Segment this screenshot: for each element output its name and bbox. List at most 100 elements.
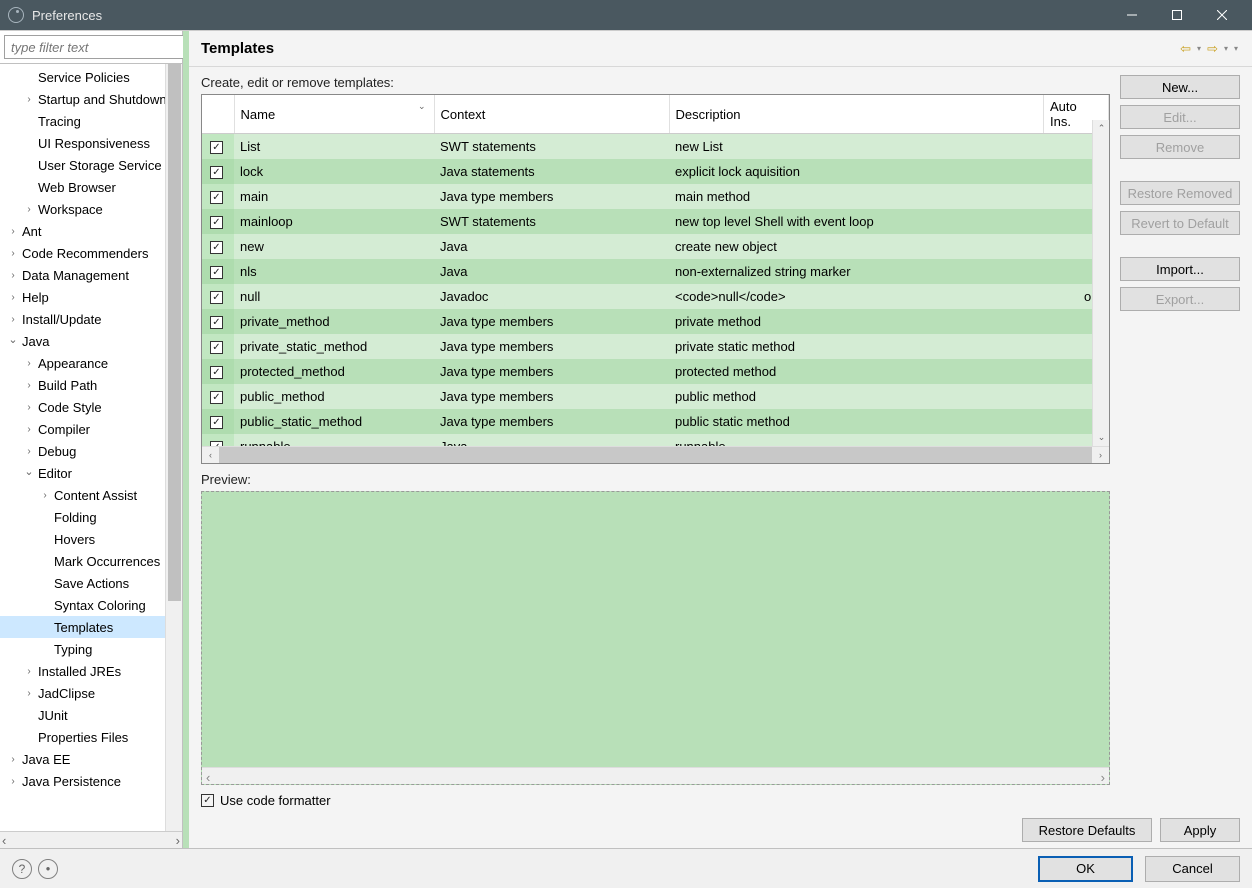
cancel-button[interactable]: Cancel (1145, 856, 1240, 882)
record-icon[interactable]: ● (38, 859, 58, 879)
expander-icon[interactable] (6, 224, 20, 238)
expander-icon[interactable] (22, 400, 36, 414)
tree-item[interactable]: Hovers (0, 528, 182, 550)
tree-item[interactable]: Web Browser (0, 176, 182, 198)
new-button[interactable]: New... (1120, 75, 1240, 99)
expander-icon[interactable] (22, 422, 36, 436)
help-icon[interactable]: ? (12, 859, 32, 879)
filter-input[interactable] (4, 35, 196, 59)
expander-icon[interactable] (22, 202, 36, 216)
expander-icon[interactable] (6, 312, 20, 326)
row-checkbox[interactable] (210, 166, 223, 179)
tree-item[interactable]: Build Path (0, 374, 182, 396)
nav-back-icon[interactable]: ⇦ (1178, 41, 1193, 57)
table-row[interactable]: private_static_methodJava type memberspr… (202, 334, 1109, 359)
tree-item[interactable]: Java Persistence (0, 770, 182, 792)
tree-item[interactable]: Tracing (0, 110, 182, 132)
nav-history[interactable]: ⇦▾ ⇨▾ ▾ (1178, 41, 1240, 57)
expander-icon[interactable] (22, 664, 36, 678)
expander-icon[interactable] (22, 356, 36, 370)
tree-item[interactable]: JadClipse (0, 682, 182, 704)
tree-item[interactable]: Folding (0, 506, 182, 528)
revert-default-button[interactable]: Revert to Default (1120, 211, 1240, 235)
expander-icon[interactable] (6, 290, 20, 304)
col-name-header[interactable]: Name (241, 107, 276, 122)
export-button[interactable]: Export... (1120, 287, 1240, 311)
expander-icon[interactable] (6, 268, 20, 282)
ok-button[interactable]: OK (1038, 856, 1133, 882)
tree-item[interactable]: Help (0, 286, 182, 308)
maximize-button[interactable] (1154, 0, 1199, 30)
tree-item[interactable]: Workspace (0, 198, 182, 220)
preview-hscrollbar[interactable]: ‹› (202, 767, 1109, 784)
minimize-button[interactable] (1109, 0, 1154, 30)
tree-item[interactable]: Ant (0, 220, 182, 242)
tree-item[interactable]: Syntax Coloring (0, 594, 182, 616)
table-row[interactable]: lockJava statementsexplicit lock aquisit… (202, 159, 1109, 184)
tree-item[interactable]: Debug (0, 440, 182, 462)
table-row[interactable]: mainloopSWT statementsnew top level Shel… (202, 209, 1109, 234)
row-checkbox[interactable] (210, 341, 223, 354)
expander-icon[interactable] (22, 92, 36, 106)
row-checkbox[interactable] (210, 291, 223, 304)
import-button[interactable]: Import... (1120, 257, 1240, 281)
close-button[interactable] (1199, 0, 1244, 30)
expander-icon[interactable] (22, 378, 36, 392)
tree-item[interactable]: Content Assist (0, 484, 182, 506)
remove-button[interactable]: Remove (1120, 135, 1240, 159)
tree-item[interactable]: Startup and Shutdown (0, 88, 182, 110)
restore-defaults-button[interactable]: Restore Defaults (1022, 818, 1152, 842)
edit-button[interactable]: Edit... (1120, 105, 1240, 129)
row-checkbox[interactable] (210, 241, 223, 254)
tree-item[interactable]: Templates (0, 616, 182, 638)
tree-item[interactable]: Properties Files (0, 726, 182, 748)
expander-icon[interactable] (22, 686, 36, 700)
tree-item[interactable]: Typing (0, 638, 182, 660)
table-row[interactable]: nlsJavanon-externalized string marker (202, 259, 1109, 284)
expander-icon[interactable] (6, 774, 20, 788)
tree-item[interactable]: Java EE (0, 748, 182, 770)
row-checkbox[interactable] (210, 366, 223, 379)
use-code-formatter-checkbox[interactable]: Use code formatter (201, 793, 1110, 808)
col-context-header[interactable]: Context (434, 95, 669, 134)
restore-removed-button[interactable]: Restore Removed (1120, 181, 1240, 205)
row-checkbox[interactable] (210, 441, 223, 446)
tree-item[interactable]: Editor (0, 462, 182, 484)
expander-icon[interactable] (22, 444, 36, 458)
row-checkbox[interactable] (210, 416, 223, 429)
tree-item[interactable]: UI Responsiveness (0, 132, 182, 154)
expander-icon[interactable] (6, 246, 20, 260)
tree-item[interactable]: Install/Update (0, 308, 182, 330)
tree-item[interactable]: Appearance (0, 352, 182, 374)
tree-item[interactable]: Mark Occurrences (0, 550, 182, 572)
row-checkbox[interactable] (210, 316, 223, 329)
templates-table[interactable]: Name⌄ Context Description Auto Ins. List… (201, 94, 1110, 464)
row-checkbox[interactable] (210, 266, 223, 279)
expander-icon[interactable] (38, 488, 52, 502)
tree-item[interactable]: Save Actions (0, 572, 182, 594)
table-row[interactable]: nullJavadoc<code>null</code>on (202, 284, 1109, 309)
expander-icon[interactable] (6, 334, 20, 348)
table-row[interactable]: newJavacreate new object (202, 234, 1109, 259)
table-row[interactable]: private_methodJava type membersprivate m… (202, 309, 1109, 334)
tree-item[interactable]: Service Policies (0, 66, 182, 88)
row-checkbox[interactable] (210, 141, 223, 154)
expander-icon[interactable] (22, 466, 36, 480)
table-row[interactable]: protected_methodJava type membersprotect… (202, 359, 1109, 384)
apply-button[interactable]: Apply (1160, 818, 1240, 842)
table-row[interactable]: runnableJavarunnable (202, 434, 1109, 447)
nav-forward-icon[interactable]: ⇨ (1205, 41, 1220, 57)
table-row[interactable]: public_static_methodJava type memberspub… (202, 409, 1109, 434)
table-vscrollbar[interactable]: ⌃⌄ (1092, 120, 1109, 446)
tree-item[interactable]: Java (0, 330, 182, 352)
tree-vscrollbar[interactable]: ⌃ (165, 64, 182, 831)
tree-hscrollbar[interactable]: ‹› (0, 831, 182, 848)
table-row[interactable]: ListSWT statementsnew List (202, 134, 1109, 159)
tree-item[interactable]: Code Style (0, 396, 182, 418)
expander-icon[interactable] (6, 752, 20, 766)
tree-item[interactable]: Compiler (0, 418, 182, 440)
tree-item[interactable]: Code Recommenders (0, 242, 182, 264)
table-row[interactable]: public_methodJava type memberspublic met… (202, 384, 1109, 409)
row-checkbox[interactable] (210, 191, 223, 204)
table-row[interactable]: mainJava type membersmain method (202, 184, 1109, 209)
